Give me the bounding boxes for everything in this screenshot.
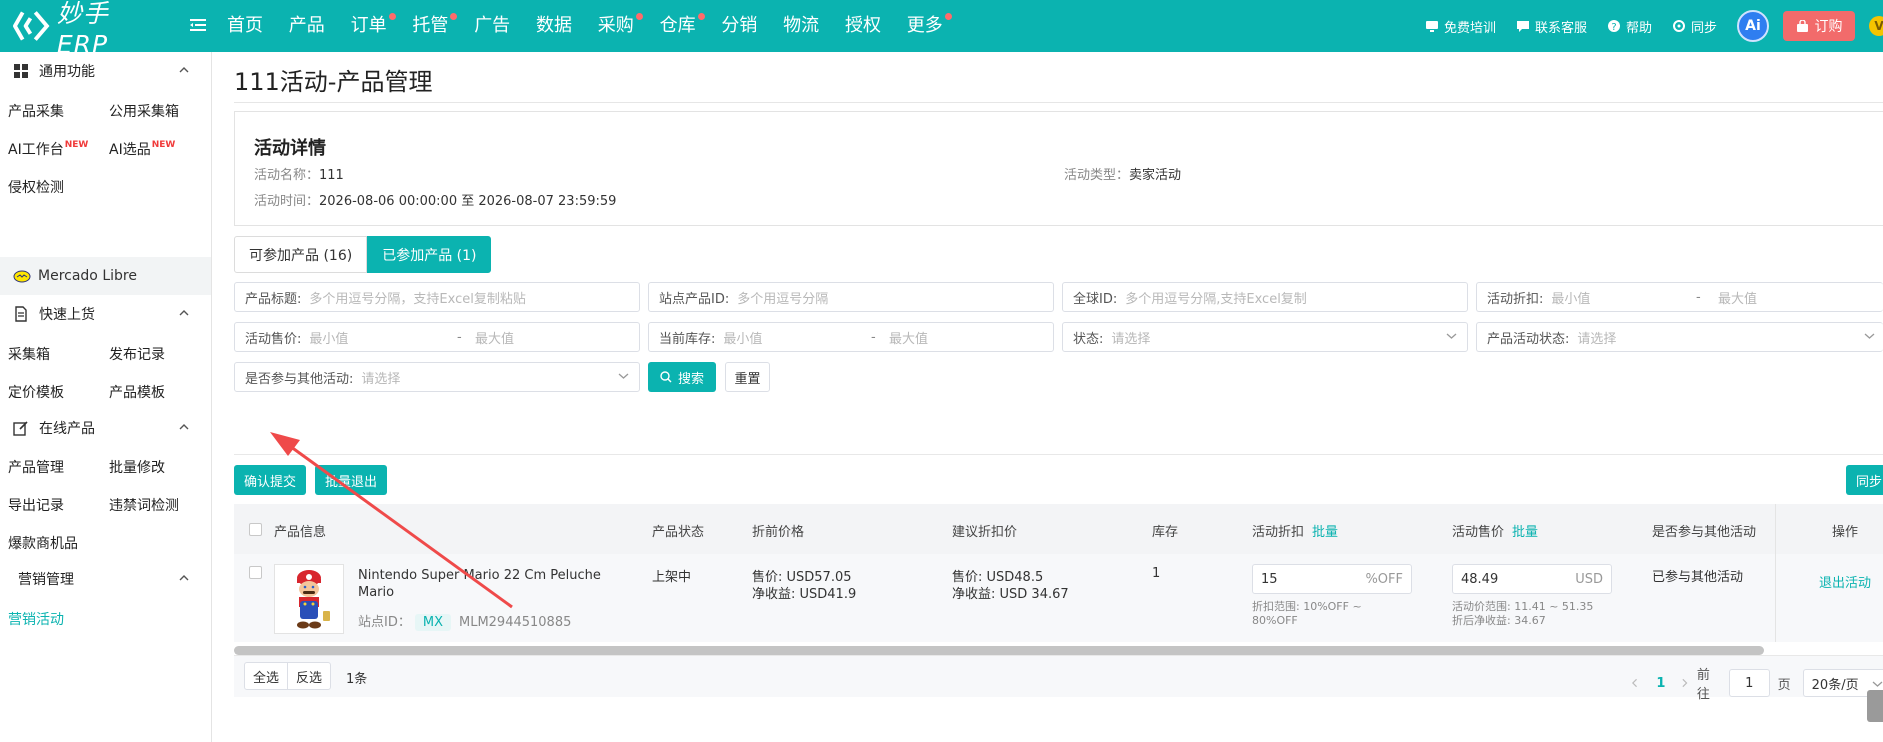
side-tool-handle[interactable]	[1867, 690, 1883, 722]
annotation-arrow	[270, 432, 513, 609]
